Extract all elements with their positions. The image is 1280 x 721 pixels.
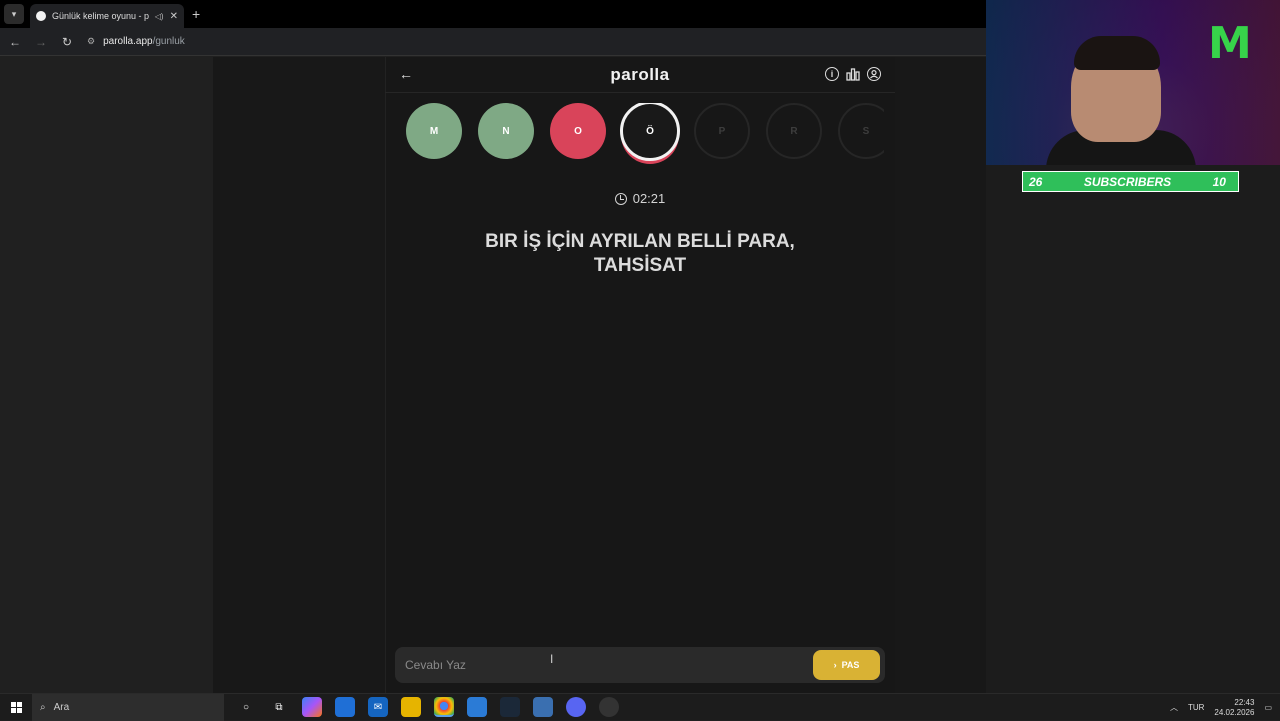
question-text: BIR İŞ İÇİN AYRILAN BELLİ PARA, TAHSİSAT <box>485 231 795 276</box>
letter-circle-pending: P <box>694 103 750 159</box>
steam-icon[interactable] <box>500 697 520 717</box>
clock-icon <box>614 192 627 205</box>
subs-goal: 10 <box>1212 174 1226 189</box>
mail-icon[interactable]: ✉ <box>368 697 388 717</box>
brand-logo: parolla <box>610 65 670 84</box>
chrome-icon[interactable] <box>434 697 454 717</box>
app-icon-gear[interactable] <box>533 697 553 717</box>
start-button[interactable] <box>0 694 32 721</box>
pass-button-label: PAS <box>841 660 860 670</box>
windows-logo-icon <box>10 701 22 713</box>
address-bar-row: ← → ↻ ⚙ parolla.app/gunluk <box>0 28 986 56</box>
info-icon[interactable]: i <box>825 67 839 81</box>
tab-title: Günlük kelime oyunu - parolla <box>52 11 149 21</box>
subscriber-goal-bar: 26 SUBSCRIBERS 10 <box>1022 171 1239 192</box>
page-left-margin <box>0 57 213 693</box>
monster-energy-logo: M <box>1208 18 1252 69</box>
language-indicator[interactable]: TUR <box>1188 703 1204 712</box>
store-icon[interactable] <box>467 697 487 717</box>
letter-circles-row: MNOÖPRS <box>406 103 884 165</box>
copilot-icon[interactable] <box>302 697 322 717</box>
forward-arrow-icon[interactable]: → <box>35 35 47 49</box>
taskbar-search[interactable]: ⌕ Ara <box>32 693 224 721</box>
letter-circle-pending: S <box>838 103 884 159</box>
profile-icon[interactable] <box>867 67 881 81</box>
subs-current: 26 <box>1029 174 1043 189</box>
notification-icon[interactable]: ▭ <box>1264 703 1272 712</box>
audio-playing-icon[interactable]: ◁) <box>155 12 164 21</box>
clock-date: 24.02.2026 <box>1214 707 1255 717</box>
url-field[interactable]: ⚙ parolla.app/gunluk <box>87 36 185 47</box>
tray-expand-icon[interactable]: ︿ <box>1170 702 1178 713</box>
timer-value: 02:21 <box>632 191 666 206</box>
answer-bar: I › PAS <box>395 647 885 683</box>
system-tray: ︿ TUR 22:43 24.02.2026 ▭ <box>1170 694 1272 721</box>
clock-time: 22:43 <box>1234 697 1255 707</box>
cortana-icon[interactable]: ○ <box>236 697 256 717</box>
game-header: ← parolla i <box>385 57 895 93</box>
obs-icon[interactable] <box>599 697 619 717</box>
close-tab-icon[interactable]: ✕ <box>170 11 178 22</box>
browser-tab-active[interactable]: Günlük kelime oyunu - parolla ◁) ✕ <box>30 4 184 28</box>
back-arrow-icon[interactable]: ← <box>9 35 21 49</box>
subs-label: SUBSCRIBERS <box>1083 174 1172 189</box>
pass-button[interactable]: › PAS <box>813 650 880 680</box>
chevron-right-icon: › <box>833 660 837 670</box>
file-explorer-icon[interactable] <box>401 697 421 717</box>
url-path: /gunluk <box>152 36 185 47</box>
site-info-icon[interactable]: ⚙ <box>87 36 95 47</box>
stats-chart-icon[interactable] <box>846 67 860 81</box>
web-page: ← parolla i MNOÖPRS 02:21 BIR İŞ İÇİN AY… <box>0 57 986 693</box>
letter-circle-current: Ö <box>620 103 680 161</box>
clock[interactable]: 22:43 24.02.2026 <box>1214 698 1254 718</box>
new-tab-button[interactable]: + <box>192 6 200 22</box>
discord-icon[interactable] <box>566 697 586 717</box>
letter-circle-wrong: O <box>550 103 606 159</box>
task-view-icon[interactable]: ⧉ <box>269 697 289 717</box>
letter-circle-correct: M <box>406 103 462 159</box>
webcam-feed: M <box>986 0 1280 165</box>
parolla-favicon-icon <box>36 11 46 21</box>
taskbar-search-label: Ara <box>53 701 70 713</box>
reload-icon[interactable]: ↻ <box>61 35 73 49</box>
answer-input[interactable] <box>405 655 795 675</box>
windows-taskbar: ⌕ Ara ○ ⧉ ✉ ︿ TUR 22:43 24.02.2026 ▭ <box>0 693 1280 721</box>
url-domain: parolla.app <box>103 36 153 47</box>
text-cursor-icon: I <box>550 652 554 666</box>
letter-circle-correct: N <box>478 103 534 159</box>
letter-circle-pending: R <box>766 103 822 159</box>
browser-tab-strip: ▾ Günlük kelime oyunu - parolla ◁) ✕ + <box>0 0 986 28</box>
app-icon-blue[interactable] <box>335 697 355 717</box>
timer: 02:21 <box>385 191 895 206</box>
tab-search-menu-button[interactable]: ▾ <box>4 4 24 24</box>
search-icon: ⌕ <box>40 701 46 713</box>
